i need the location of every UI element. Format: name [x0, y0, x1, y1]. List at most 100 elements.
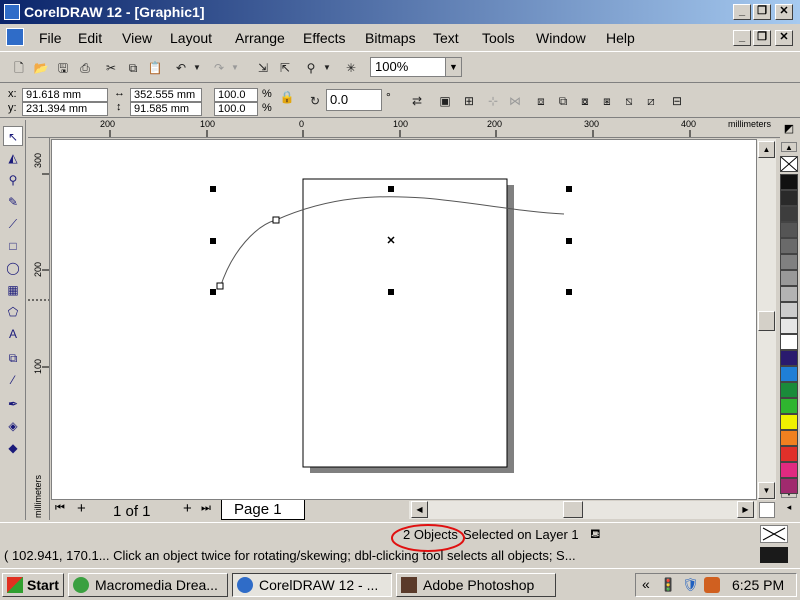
cut-icon[interactable]: ✂ — [102, 59, 120, 77]
menu-effects[interactable]: Effects — [303, 30, 346, 46]
copy-icon[interactable]: ⧉ — [124, 59, 142, 77]
menu-bitmaps[interactable]: Bitmaps — [365, 30, 416, 46]
last-page-button[interactable]: ⏭ — [201, 502, 211, 515]
menu-layout[interactable]: Layout — [170, 30, 212, 46]
color-swatch[interactable] — [780, 270, 798, 286]
shield-tray-icon[interactable]: 🛡 — [682, 577, 699, 593]
taskbar-item-dreamweaver[interactable]: Macromedia Drea... — [68, 573, 228, 597]
print-icon[interactable]: ⎙ — [76, 59, 94, 77]
rectangle-tool-icon[interactable]: □ — [3, 236, 23, 256]
eyedropper-tool-icon[interactable]: ⁄ — [3, 370, 23, 390]
save-icon[interactable]: 🖫 — [54, 59, 72, 77]
clock[interactable]: 6:25 PM — [732, 577, 784, 593]
palette-scroll-up-button[interactable]: ▲ — [781, 142, 797, 152]
color-swatch[interactable] — [780, 414, 798, 430]
tray-expand-chevron[interactable]: « — [642, 576, 650, 592]
freehand-tool-icon[interactable]: ✎ — [3, 192, 23, 212]
height-field[interactable]: 91.585 mm — [130, 102, 202, 116]
color-swatch[interactable] — [780, 206, 798, 222]
color-swatch[interactable] — [780, 318, 798, 334]
new-icon[interactable]: 🗋 — [10, 59, 28, 77]
color-swatch[interactable] — [780, 382, 798, 398]
graph-paper-tool-icon[interactable]: ▦ — [3, 280, 23, 300]
menu-text[interactable]: Text — [433, 30, 459, 46]
menu-help[interactable]: Help — [606, 30, 635, 46]
corel-online-icon[interactable]: ✳ — [342, 59, 360, 77]
pick-tool-icon[interactable]: ↖ — [3, 126, 23, 146]
text-tool-icon[interactable]: A — [3, 324, 23, 344]
no-color-swatch[interactable] — [780, 156, 798, 172]
scroll-left-button[interactable]: ◀ — [411, 501, 428, 518]
menu-window[interactable]: Window — [536, 30, 586, 46]
color-swatch[interactable] — [780, 334, 798, 350]
simplify-icon[interactable]: ⧆ — [598, 92, 616, 110]
shape-tool-icon[interactable]: ◭ — [3, 148, 23, 168]
application-launcher-icon[interactable]: ⚲ — [302, 59, 320, 77]
rotation-angle-field[interactable]: 0.0 — [326, 89, 382, 111]
color-swatch[interactable] — [780, 430, 798, 446]
intersect-icon[interactable]: ⧇ — [576, 92, 594, 110]
combine-icon[interactable]: ⋈ — [506, 92, 524, 110]
ungroup-icon[interactable]: ⊞ — [460, 92, 478, 110]
menu-tools[interactable]: Tools — [482, 30, 515, 46]
front-minus-back-icon[interactable]: ⧅ — [620, 92, 638, 110]
add-page-after-button[interactable]: + — [183, 500, 192, 517]
doc-restore-button[interactable]: ❐ — [753, 30, 771, 46]
mirror-icon[interactable]: ⇄ — [408, 92, 426, 110]
color-swatch[interactable] — [780, 462, 798, 478]
horizontal-ruler[interactable]: 200 100 0 100 200 300 400 millimeters — [28, 118, 780, 138]
menu-file[interactable]: File — [39, 30, 62, 46]
undo-dropdown-icon[interactable]: ▼ — [192, 59, 202, 77]
import-icon[interactable]: ⇲ — [254, 59, 272, 77]
taskbar-item-coreldraw[interactable]: CorelDRAW 12 - ... — [232, 573, 392, 597]
coreldraw-app-icon[interactable] — [4, 4, 20, 20]
color-swatch[interactable] — [780, 254, 798, 270]
color-swatch[interactable] — [780, 190, 798, 206]
view-manager-corner[interactable] — [759, 502, 775, 518]
color-swatch[interactable] — [780, 478, 798, 494]
smart-fill-tool-icon[interactable]: ⟋ — [3, 214, 23, 234]
color-swatch[interactable] — [780, 446, 798, 462]
interactive-blend-tool-icon[interactable]: ⧉ — [3, 348, 23, 368]
vertical-scrollbar[interactable]: ▲ ▼ — [757, 139, 776, 500]
add-page-before-button[interactable]: + — [77, 500, 86, 517]
redo-dropdown-icon[interactable]: ▼ — [230, 59, 240, 77]
color-swatch[interactable] — [780, 398, 798, 414]
scale-height-field[interactable]: 100.0 — [214, 102, 258, 116]
width-field[interactable]: 352.555 mm — [130, 88, 202, 102]
vertical-scroll-thumb[interactable] — [758, 311, 775, 331]
export-icon[interactable]: ⇱ — [276, 59, 294, 77]
y-position-field[interactable]: 231.394 mm — [22, 102, 108, 116]
weld-icon[interactable]: ⧈ — [532, 92, 550, 110]
scroll-up-button[interactable]: ▲ — [758, 141, 775, 158]
color-swatch[interactable] — [780, 366, 798, 382]
menu-view[interactable]: View — [122, 30, 152, 46]
vertical-ruler[interactable]: 300 200 100 millimeters — [28, 138, 50, 520]
color-swatch[interactable] — [780, 302, 798, 318]
align-distribute-icon[interactable]: ⊟ — [668, 92, 686, 110]
zoom-tool-icon[interactable]: ⚲ — [3, 170, 23, 190]
scroll-down-button[interactable]: ▼ — [758, 482, 775, 499]
back-minus-front-icon[interactable]: ⧄ — [642, 92, 660, 110]
horizontal-scrollbar[interactable]: ◀ ▶ — [409, 501, 757, 519]
undo-icon[interactable]: ↶ — [172, 59, 190, 77]
interactive-fill-tool-icon[interactable]: ◆ — [3, 438, 23, 458]
ungroup-all-icon[interactable]: ⊹ — [484, 92, 502, 110]
redo-icon[interactable]: ↷ — [210, 59, 228, 77]
lock-ratio-icon[interactable]: 🔒 — [278, 88, 296, 106]
outline-indicator-swatch[interactable] — [760, 547, 788, 563]
security-tray-icon[interactable] — [704, 577, 720, 593]
menu-arrange[interactable]: Arrange — [235, 30, 285, 46]
launcher-dropdown-icon[interactable]: ▼ — [322, 59, 332, 77]
doc-close-button[interactable]: ✕ — [775, 30, 793, 46]
close-button[interactable]: ✕ — [775, 4, 793, 20]
minimize-button[interactable]: _ — [733, 4, 751, 20]
palette-expand-button[interactable]: ◂ — [781, 502, 797, 516]
color-swatch[interactable] — [780, 238, 798, 254]
traffic-light-tray-icon[interactable]: 🚦 — [660, 577, 676, 593]
doc-minimize-button[interactable]: _ — [733, 30, 751, 46]
basic-shapes-tool-icon[interactable]: ⬠ — [3, 302, 23, 322]
scroll-right-button[interactable]: ▶ — [737, 501, 754, 518]
paste-icon[interactable]: 📋 — [146, 59, 164, 77]
scale-width-field[interactable]: 100.0 — [214, 88, 258, 102]
